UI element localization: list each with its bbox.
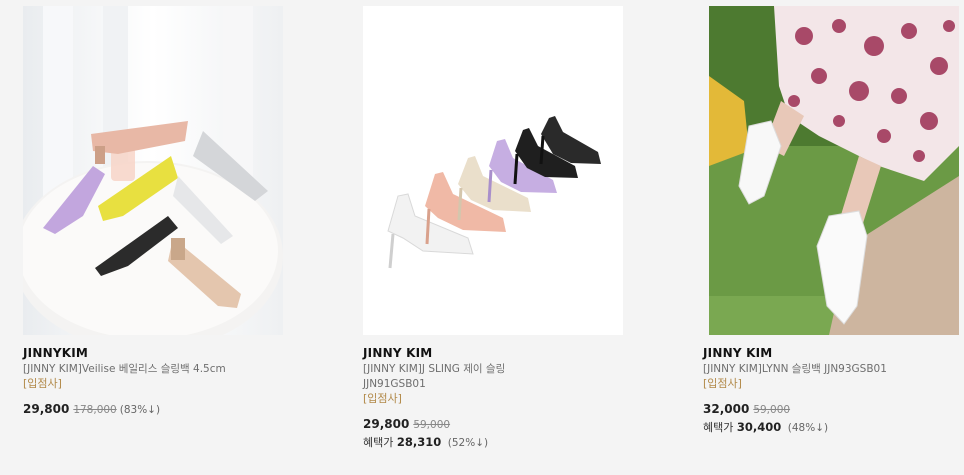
shoes-group-photo — [23, 6, 283, 335]
product-image[interactable] — [363, 6, 623, 335]
seller-badge: [입점사] — [703, 377, 742, 390]
original-price: 59,000 — [413, 419, 451, 431]
original-price: 59,000 — [753, 404, 791, 416]
product-image[interactable] — [709, 6, 959, 335]
sale-price: 32,000 — [703, 402, 750, 416]
sale-price: 29,800 — [363, 417, 410, 431]
product-name[interactable]: [JINNY KIM]LYNN 슬링백 JJN93GSB01 — [703, 362, 964, 376]
product-brand[interactable]: JINNY KIM — [363, 346, 663, 360]
product-image[interactable] — [23, 6, 283, 335]
benefit-label: 혜택가 — [363, 436, 394, 449]
benefit-price: 28,310 — [396, 435, 442, 449]
benefit-discount: (48%↓) — [787, 422, 829, 434]
price-line: 32,000 59,000 — [703, 402, 964, 418]
sale-price: 29,800 — [23, 402, 70, 416]
discount-rate: (83%↓) — [119, 404, 161, 416]
product-brand[interactable]: JINNY KIM — [703, 346, 964, 360]
original-price: 178,000 — [73, 404, 117, 416]
benefit-price-line: 혜택가 30,400 (48%↓) — [703, 420, 964, 436]
product-code: JJN91GSB01 — [363, 378, 426, 390]
product-brand[interactable]: JINNYKIM — [23, 346, 323, 360]
benefit-label: 혜택가 — [703, 421, 734, 434]
price-line: 29,800 59,000 — [363, 417, 663, 433]
seller-badge: [입점사] — [23, 377, 62, 390]
benefit-discount: (52%↓) — [447, 437, 489, 449]
product-name[interactable]: [JINNY KIM]J SLING 제이 슬링 — [363, 362, 663, 376]
product-name[interactable]: [JINNY KIM]Veilise 베일리스 슬링백 4.5cm — [23, 362, 323, 376]
price-line: 29,800 178,000 (83%↓) — [23, 402, 323, 418]
seller-badge: [입점사] — [363, 392, 402, 405]
model-wearing-shoes-photo — [709, 6, 959, 335]
benefit-price: 30,400 — [736, 420, 782, 434]
shoes-row-photo — [363, 6, 623, 335]
benefit-price-line: 혜택가 28,310 (52%↓) — [363, 435, 663, 451]
